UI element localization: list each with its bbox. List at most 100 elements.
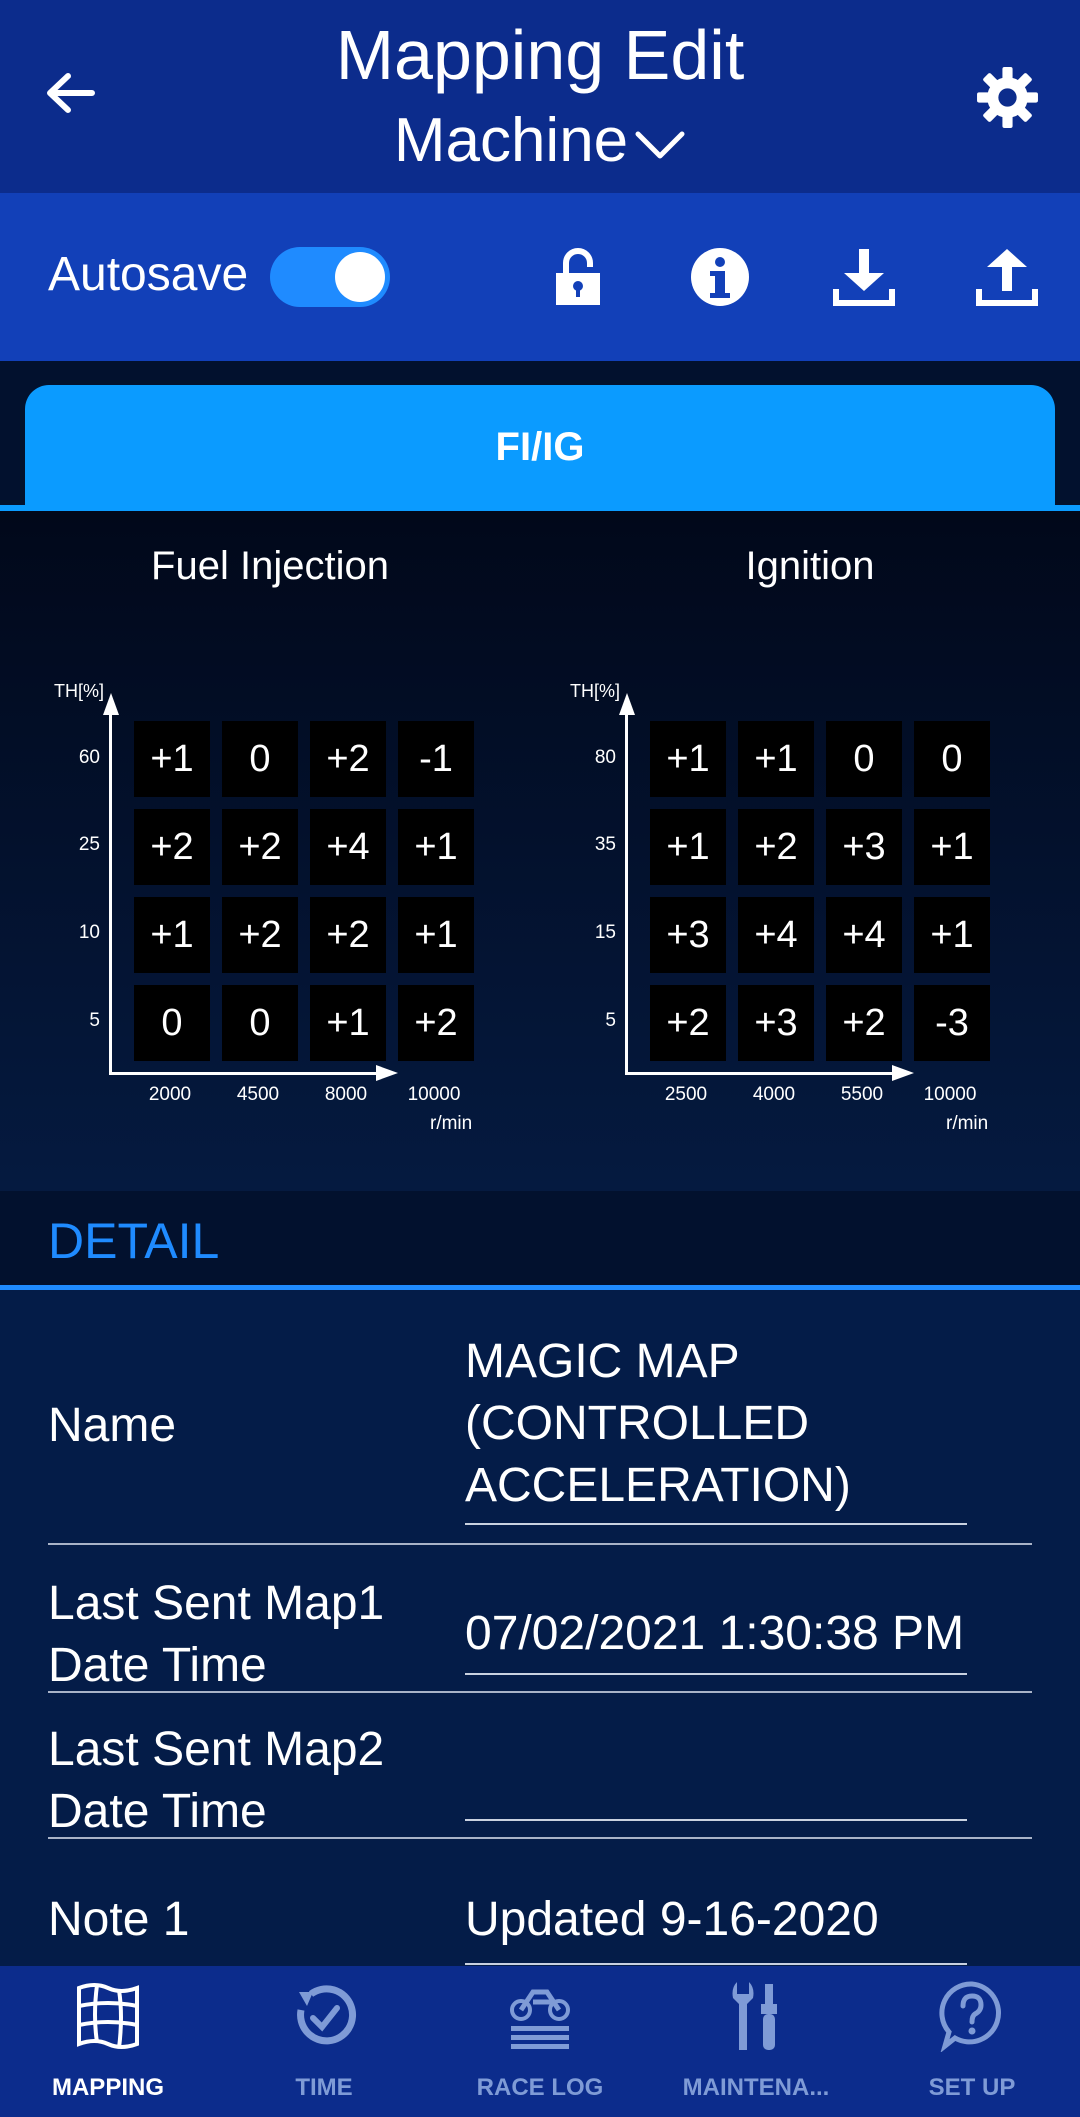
map2-field-underline — [465, 1819, 967, 1821]
map-cell[interactable]: +1 — [134, 897, 210, 973]
map-cell[interactable]: +2 — [650, 985, 726, 1061]
name-value-line[interactable]: ACCELERATION) — [465, 1455, 967, 1517]
detail-row-map1: Last Sent Map1 Date Time 07/02/2021 1:30… — [48, 1563, 1032, 1708]
detail-row-note1: Note 1 Updated 9-16-2020 — [48, 1855, 1032, 1965]
y-axis — [625, 711, 628, 1075]
x-tick: 5500 — [840, 1084, 884, 1105]
name-value-line[interactable]: (CONTROLLED — [465, 1393, 967, 1455]
map-cell[interactable]: +1 — [398, 897, 474, 973]
y-tick: 80 — [594, 747, 616, 768]
toggle-knob — [335, 252, 385, 302]
x-tick: 10000 — [407, 1084, 461, 1105]
map-grid-icon — [77, 1983, 139, 2049]
tab-fi-ig[interactable]: FI/IG — [25, 385, 1055, 509]
map-cell[interactable]: 0 — [222, 721, 298, 797]
map-cell[interactable]: +2 — [310, 721, 386, 797]
map-cell[interactable]: 0 — [914, 721, 990, 797]
map-cell[interactable]: +1 — [398, 809, 474, 885]
machine-selector[interactable]: Machine — [0, 103, 1080, 179]
unlock-icon[interactable] — [546, 245, 610, 309]
y-tick: 5 — [605, 1010, 616, 1031]
note1-field-underline — [465, 1963, 967, 1965]
autosave-toggle[interactable] — [270, 247, 390, 307]
detail-heading: DETAIL — [48, 1213, 220, 1269]
map-cell[interactable]: +2 — [398, 985, 474, 1061]
y-tick: 25 — [78, 834, 100, 855]
info-icon[interactable] — [688, 245, 752, 309]
map-cell[interactable]: +1 — [738, 721, 814, 797]
map-cell[interactable]: 0 — [134, 985, 210, 1061]
y-tick: 35 — [594, 834, 616, 855]
fuel-injection-title: Fuel Injection — [151, 544, 389, 588]
detail-section: DETAIL Name MAGIC MAP (CONTROLLED ACCELE… — [0, 1191, 1080, 1966]
detail-row-map2: Last Sent Map2 Date Time — [48, 1709, 1032, 1854]
nav-item-mapping[interactable]: MAPPING — [0, 1966, 216, 2117]
row-separator — [48, 1691, 1032, 1693]
upload-icon[interactable] — [975, 245, 1039, 309]
nav-label: MAINTENA... — [682, 2074, 830, 2101]
x-axis-arrow — [892, 1065, 914, 1081]
y-tick: 10 — [78, 922, 100, 943]
map-cell[interactable]: +3 — [650, 897, 726, 973]
help-bubble-icon — [939, 1981, 1002, 2052]
gear-icon[interactable] — [975, 65, 1040, 130]
map-cell[interactable]: +2 — [738, 809, 814, 885]
map-cell[interactable]: +2 — [134, 809, 210, 885]
autosave-label: Autosave — [48, 248, 249, 301]
map1-datetime-value[interactable]: 07/02/2021 1:30:38 PM — [465, 1603, 967, 1665]
map-cell[interactable]: -1 — [398, 721, 474, 797]
y-axis — [109, 711, 112, 1075]
bottom-navigation: MAPPING TIME RACE LOG MAINTENA... SET UP — [0, 1966, 1080, 2117]
map2-label: Date Time — [48, 1785, 267, 1838]
nav-label: SET UP — [928, 2074, 1016, 2101]
nav-item-time[interactable]: TIME — [216, 1966, 432, 2117]
motorcycle-log-icon — [510, 1989, 570, 2049]
map-cell[interactable]: +1 — [650, 721, 726, 797]
x-tick: 2000 — [148, 1084, 192, 1105]
map-cell[interactable]: +2 — [310, 897, 386, 973]
download-icon[interactable] — [832, 245, 896, 309]
map-cell[interactable]: 0 — [826, 721, 902, 797]
map-cell[interactable]: +2 — [826, 985, 902, 1061]
map-cell[interactable]: +1 — [310, 985, 386, 1061]
nav-label: RACE LOG — [476, 2074, 604, 2101]
note1-value[interactable]: Updated 9-16-2020 — [465, 1889, 967, 1951]
map-cell[interactable]: +4 — [826, 897, 902, 973]
chevron-down-icon — [635, 131, 685, 159]
map-cell[interactable]: -3 — [914, 985, 990, 1061]
x-tick: 10000 — [923, 1084, 977, 1105]
map-cell[interactable]: +4 — [310, 809, 386, 885]
map-cell[interactable]: +1 — [914, 897, 990, 973]
map-cell[interactable]: +3 — [826, 809, 902, 885]
name-value-line[interactable]: MAGIC MAP — [465, 1331, 967, 1393]
nav-item-maintenance[interactable]: MAINTENA... — [648, 1966, 864, 2117]
map-cell[interactable]: +1 — [914, 809, 990, 885]
map-cell[interactable]: 0 — [222, 985, 298, 1061]
map-cell[interactable]: +2 — [222, 809, 298, 885]
note1-label: Note 1 — [48, 1893, 190, 1946]
nav-label: TIME — [295, 2074, 353, 2101]
y-axis-label: TH[%] — [54, 681, 105, 701]
map-cell[interactable]: +2 — [222, 897, 298, 973]
map-cell[interactable]: +1 — [650, 809, 726, 885]
row-separator — [48, 1837, 1032, 1839]
nav-item-race-log[interactable]: RACE LOG — [432, 1966, 648, 2117]
ignition-title: Ignition — [745, 544, 875, 588]
detail-header: DETAIL — [0, 1191, 1080, 1289]
y-tick: 15 — [594, 922, 616, 943]
map1-field-underline — [465, 1673, 967, 1675]
app-header: Mapping Edit Machine — [0, 0, 1080, 193]
map2-label: Last Sent Map2 — [48, 1723, 385, 1776]
y-tick: 5 — [89, 1010, 100, 1031]
x-axis-arrow — [376, 1065, 398, 1081]
timer-icon — [297, 1985, 356, 2045]
nav-item-setup[interactable]: SET UP — [864, 1966, 1080, 2117]
map-cell[interactable]: +1 — [134, 721, 210, 797]
toolbar: Autosave — [0, 193, 1080, 361]
map-cell[interactable]: +3 — [738, 985, 814, 1061]
page-title: Mapping Edit — [335, 16, 745, 94]
y-tick: 60 — [78, 747, 100, 768]
ignition-map: TH[%] 80 35 15 5 2500 4000 5500 10000 r/… — [546, 681, 1046, 1141]
tools-icon — [732, 1982, 777, 2050]
map-cell[interactable]: +4 — [738, 897, 814, 973]
